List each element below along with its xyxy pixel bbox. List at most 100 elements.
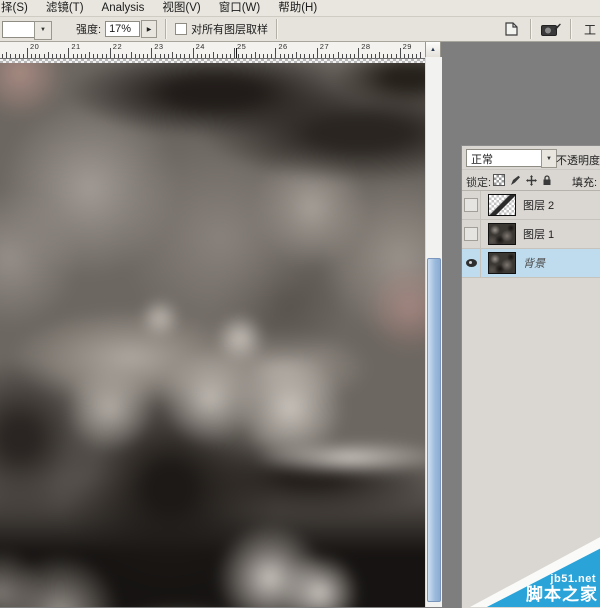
ruler-tick xyxy=(93,54,94,58)
ruler-tick xyxy=(168,54,169,58)
visibility-toggle[interactable] xyxy=(462,220,481,248)
ruler-tick xyxy=(346,54,347,58)
ruler-tick xyxy=(242,54,243,58)
layer-row-1[interactable]: 图层 2 xyxy=(462,191,600,220)
ruler-tick xyxy=(333,54,334,58)
ruler-tick xyxy=(238,54,239,58)
canvas[interactable] xyxy=(0,58,425,607)
blend-mode-value[interactable]: 正常 xyxy=(466,149,541,167)
ruler-tick xyxy=(81,54,82,58)
ruler-tick xyxy=(151,48,152,58)
ruler-tick xyxy=(155,54,156,58)
ruler-tick xyxy=(184,54,185,58)
fill-label: 填充: xyxy=(572,174,600,190)
ruler-tick xyxy=(143,54,144,58)
lock-transparency-icon[interactable] xyxy=(493,174,505,186)
menu-item-filter[interactable]: 滤镜(T) xyxy=(37,0,93,16)
ruler-tick xyxy=(367,54,368,58)
ruler-tick xyxy=(362,54,363,58)
ruler-tick xyxy=(292,54,293,58)
vertical-scrollbar[interactable]: ▲ xyxy=(425,41,441,607)
ruler-tick xyxy=(139,54,140,58)
ruler-tick xyxy=(313,54,314,58)
ruler-tick xyxy=(416,54,417,58)
ruler-tick xyxy=(396,54,397,58)
ruler-tick xyxy=(230,54,231,58)
ruler-tick xyxy=(56,54,57,58)
arrow-up-icon: ▲ xyxy=(430,47,436,53)
opacity-label: 不透明度: xyxy=(556,152,600,168)
options-bar: ▼ 强度: 17% ▶ 对所有图层取样 xyxy=(0,17,600,42)
ruler-tick xyxy=(400,48,401,58)
file-icon[interactable] xyxy=(500,20,522,38)
ruler-tick xyxy=(31,54,32,58)
layer-row-2[interactable]: 图层 1 xyxy=(462,220,600,249)
lock-all-icon[interactable] xyxy=(541,174,553,186)
ruler-tick xyxy=(122,54,123,58)
brush-preset-dropdown[interactable]: ▼ xyxy=(2,21,52,38)
ruler-tick xyxy=(246,54,247,58)
scrollbar-thumb[interactable] xyxy=(427,258,441,602)
ruler-tick xyxy=(217,54,218,58)
layers-list: 图层 2 图层 1 背景 xyxy=(462,191,600,278)
blend-mode-dropdown[interactable]: 正常 ▼ xyxy=(466,149,557,166)
ruler-unit-label: 21 xyxy=(71,42,80,51)
menu-item-analysis[interactable]: Analysis xyxy=(93,0,154,16)
ruler-tick xyxy=(15,54,16,58)
ruler-tick xyxy=(309,54,310,58)
bridge-icon[interactable] xyxy=(540,20,562,38)
ruler-tick xyxy=(358,48,359,58)
blend-mode-row: 正常 ▼ 不透明度: xyxy=(462,146,600,170)
strength-slider-button[interactable]: ▶ xyxy=(141,20,157,38)
workspace-label[interactable]: 工 xyxy=(584,21,598,38)
watermark: jb51.net 脚本之家 xyxy=(470,535,600,607)
ruler-unit-label: 22 xyxy=(113,42,122,51)
layer-name: 图层 1 xyxy=(523,226,554,242)
ruler-tick xyxy=(2,54,3,58)
ruler-tick xyxy=(280,54,281,58)
ruler-tick xyxy=(205,54,206,58)
ruler-tick xyxy=(213,52,214,58)
ruler-tick xyxy=(404,54,405,58)
ruler-tick xyxy=(329,54,330,58)
ruler-tick xyxy=(164,54,165,58)
eye-icon xyxy=(466,259,477,267)
scroll-up-button[interactable]: ▲ xyxy=(425,41,441,58)
lock-pixels-icon[interactable] xyxy=(509,174,521,186)
menu-item-window[interactable]: 窗口(W) xyxy=(210,0,270,16)
ruler-tick xyxy=(288,54,289,58)
ruler-tick xyxy=(387,54,388,58)
ruler-tick xyxy=(296,52,297,58)
sample-all-layers-checkbox[interactable] xyxy=(175,23,187,35)
ruler-tick xyxy=(259,54,260,58)
visibility-toggle[interactable] xyxy=(462,249,481,277)
chevron-down-icon[interactable]: ▼ xyxy=(541,149,557,168)
layer-row-3[interactable]: 背景 xyxy=(462,249,600,278)
layer-thumbnail[interactable] xyxy=(488,194,516,216)
chevron-down-icon[interactable]: ▼ xyxy=(34,21,52,40)
brush-preset-field[interactable] xyxy=(2,21,34,38)
ruler-tick xyxy=(172,52,173,58)
horizontal-ruler[interactable]: 20212223242526272829 xyxy=(0,41,425,59)
ruler-tick xyxy=(383,54,384,58)
ruler-tick xyxy=(251,54,252,58)
ruler-tick xyxy=(160,54,161,58)
menu-item-view[interactable]: 视图(V) xyxy=(153,0,209,16)
ruler-tick xyxy=(68,48,69,58)
ruler-tick xyxy=(118,54,119,58)
strength-input[interactable]: 17% xyxy=(105,21,140,37)
menu-item-select[interactable]: 择(S) xyxy=(0,0,37,16)
ruler-tick xyxy=(131,52,132,58)
layer-thumbnail[interactable] xyxy=(488,252,516,274)
ruler-tick xyxy=(304,54,305,58)
lock-position-icon[interactable] xyxy=(525,174,537,186)
ruler-tick xyxy=(267,54,268,58)
menu-item-help[interactable]: 帮助(H) xyxy=(269,0,326,16)
ruler-tick xyxy=(73,54,74,58)
layer-thumbnail[interactable] xyxy=(488,223,516,245)
ruler-tick xyxy=(325,54,326,58)
ruler-unit-label: 28 xyxy=(361,42,370,51)
ruler-tick xyxy=(321,54,322,58)
visibility-toggle[interactable] xyxy=(462,191,481,219)
scrollbar-track[interactable] xyxy=(425,57,442,607)
